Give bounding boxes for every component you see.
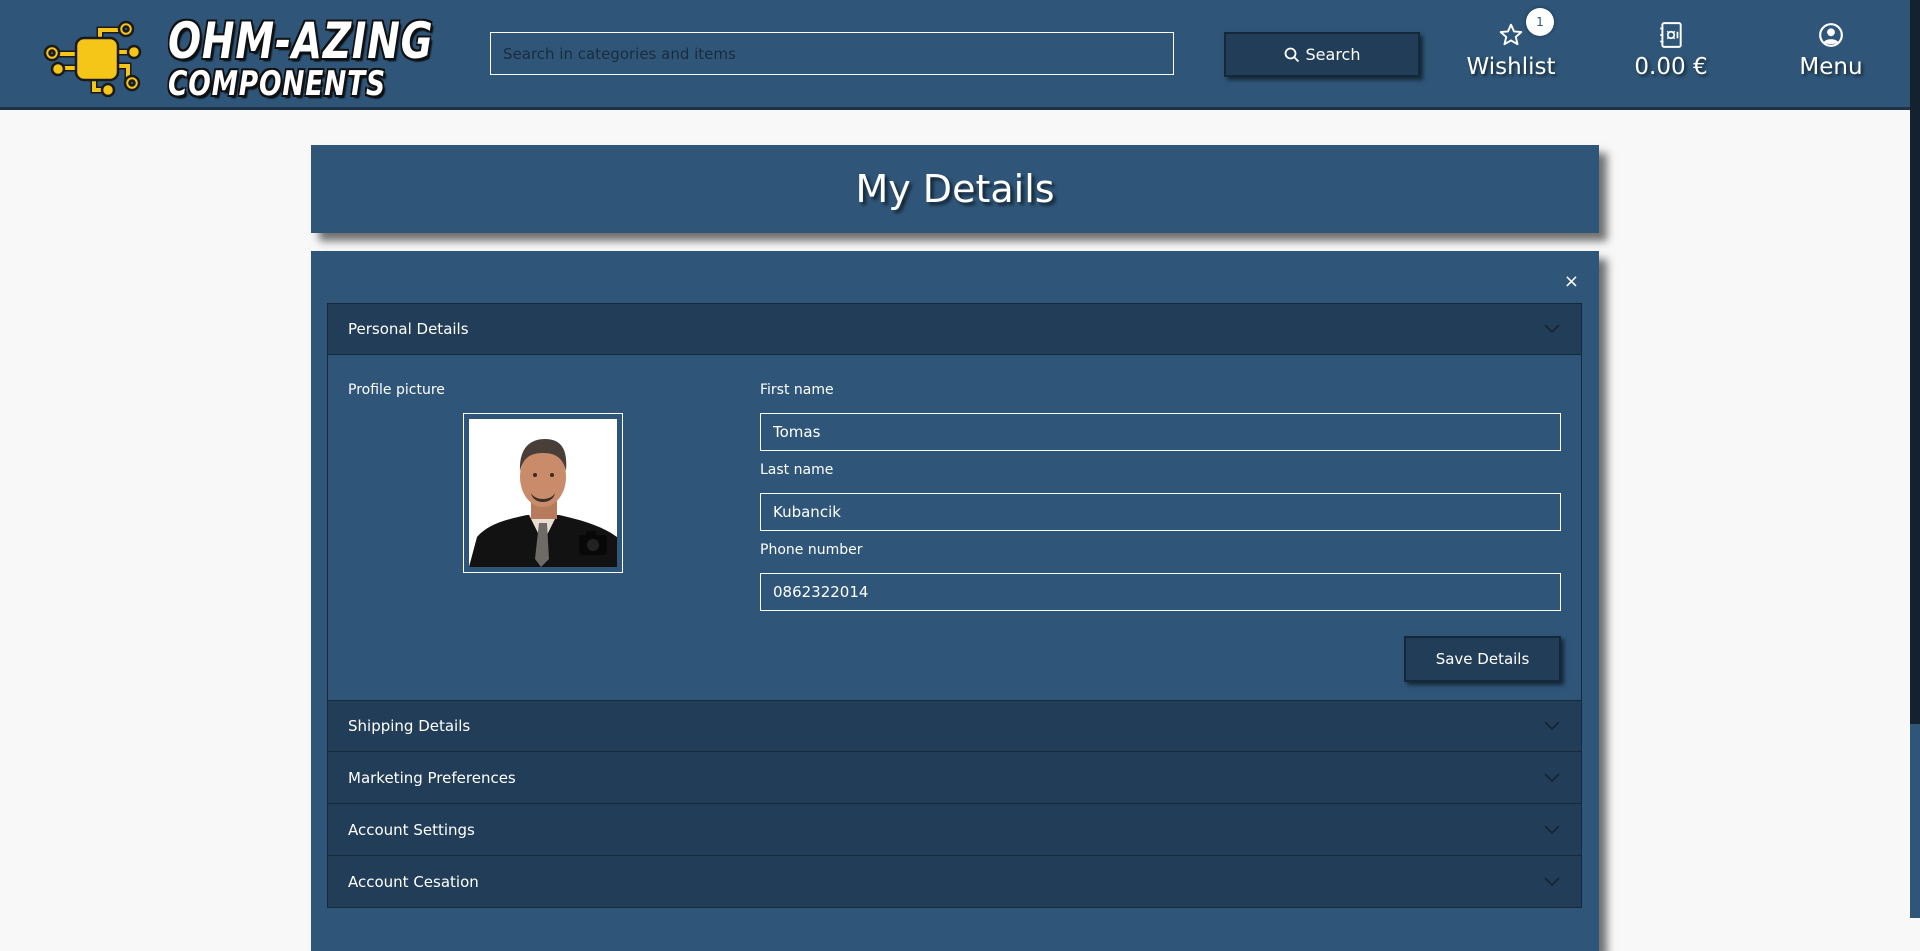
accordion-header-marketing-preferences[interactable]: Marketing Preferences — [327, 752, 1582, 804]
circuit-chip-icon — [43, 20, 142, 98]
page-scrollbar[interactable] — [1910, 0, 1920, 918]
accordion-label: Account Settings — [348, 820, 475, 839]
search-icon — [1284, 47, 1299, 62]
menu-label: Menu — [1799, 54, 1863, 80]
scrollbar-thumb[interactable] — [1910, 724, 1920, 918]
accordion-header-account-settings[interactable]: Account Settings — [327, 804, 1582, 856]
search-button-label: Search — [1305, 45, 1361, 64]
phone-number-label: Phone number — [760, 542, 863, 558]
wishlist-link[interactable]: 1 Wishlist — [1446, 8, 1576, 80]
accordion-label: Marketing Preferences — [348, 768, 516, 787]
wishlist-count-badge: 1 — [1526, 8, 1554, 36]
menu-button[interactable]: Menu — [1766, 20, 1896, 80]
brand-logo[interactable]: OHM-AZING COMPONENTS — [38, 12, 438, 104]
search-button[interactable]: Search — [1224, 32, 1420, 77]
brand-name-line2: COMPONENTS — [168, 64, 386, 104]
safe-icon — [1660, 22, 1682, 48]
personal-details-body: Profile picture First name Tomas Last na… — [327, 355, 1582, 700]
last-name-label: Last name — [760, 462, 834, 478]
cart-total: 0.00 € — [1634, 54, 1708, 80]
last-name-field[interactable] — [760, 493, 1561, 531]
chevron-down-icon — [1544, 772, 1560, 782]
chevron-down-icon — [1544, 824, 1560, 834]
profile-picture-label: Profile picture — [348, 382, 445, 398]
chevron-down-icon — [1544, 324, 1560, 334]
brand-name-line1: OHM-AZING — [168, 12, 434, 70]
accordion-header-personal-details[interactable]: Personal Details — [327, 303, 1582, 355]
phone-number-field[interactable] — [760, 573, 1561, 611]
save-details-button[interactable]: Save Details — [1404, 636, 1561, 682]
wishlist-label: Wishlist — [1466, 54, 1556, 80]
page-title: My Details — [855, 167, 1055, 211]
profile-picture[interactable] — [463, 413, 623, 573]
accordion-header-shipping-details[interactable]: Shipping Details — [327, 700, 1582, 752]
avatar — [469, 419, 617, 567]
cart-link[interactable]: 0.00 € — [1606, 20, 1736, 80]
chevron-down-icon — [1544, 721, 1560, 731]
search-input[interactable] — [490, 32, 1174, 75]
page-title-banner: My Details — [311, 145, 1599, 233]
first-name-field[interactable] — [760, 413, 1561, 451]
close-icon[interactable]: × — [1564, 271, 1579, 292]
star-icon — [1499, 23, 1523, 46]
user-circle-icon — [1819, 23, 1843, 47]
accordion-header-account-cesation[interactable]: Account Cesation — [327, 856, 1582, 908]
site-header: OHM-AZING COMPONENTS Search 1 Wishlist — [0, 0, 1910, 110]
first-name-label: First name — [760, 382, 834, 398]
details-panel: × Personal Details Profile picture First… — [311, 251, 1599, 951]
accordion-label: Account Cesation — [348, 872, 479, 891]
accordion-label: Shipping Details — [348, 717, 471, 735]
portrait-image — [469, 419, 617, 567]
chevron-down-icon — [1544, 876, 1560, 886]
accordion-label: Personal Details — [348, 320, 469, 338]
details-accordion: Personal Details Profile picture First n… — [327, 303, 1582, 908]
